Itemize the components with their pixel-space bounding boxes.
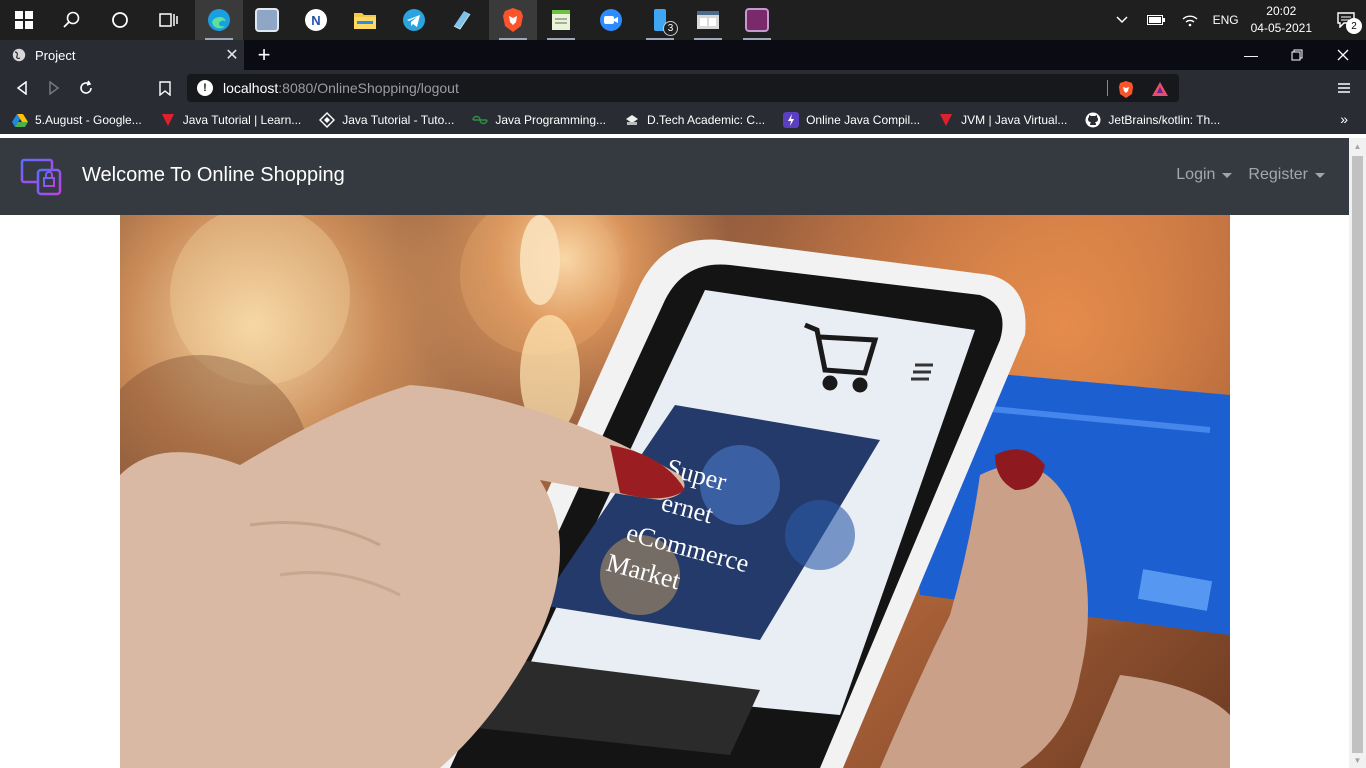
register-dropdown[interactable]: Register bbox=[1248, 166, 1325, 184]
close-window-button[interactable] bbox=[1320, 40, 1366, 70]
telegram-icon[interactable] bbox=[390, 0, 438, 40]
cortana-icon[interactable] bbox=[96, 0, 144, 40]
login-label: Login bbox=[1176, 166, 1216, 183]
minimize-button[interactable]: — bbox=[1228, 40, 1274, 70]
system-tray: ENG 20:02 04-05-2021 2 bbox=[1105, 0, 1366, 40]
caret-down-icon bbox=[1222, 172, 1233, 178]
url-path: :8080/OnlineShopping/logout bbox=[278, 80, 459, 96]
java-red-icon bbox=[160, 112, 176, 128]
reload-button[interactable] bbox=[74, 76, 98, 100]
app-blue-icon[interactable] bbox=[438, 0, 486, 40]
browser-tab-strip: Project ✕ + — bbox=[0, 40, 1366, 70]
brave-icon[interactable] bbox=[489, 0, 537, 40]
bookmark-item[interactable]: Java Tutorial - Tuto... bbox=[319, 112, 454, 128]
new-tab-button[interactable]: + bbox=[252, 40, 276, 70]
bookmark-item[interactable]: JVM | Java Virtual... bbox=[938, 112, 1067, 128]
bookmark-item[interactable]: 5.August - Google... bbox=[12, 112, 142, 128]
url-host: localhost bbox=[223, 80, 279, 96]
language-indicator[interactable]: ENG bbox=[1213, 13, 1239, 27]
google-drive-icon bbox=[12, 112, 28, 128]
bookmark-item[interactable]: Online Java Compil... bbox=[783, 112, 920, 128]
scroll-up-icon[interactable]: ▲ bbox=[1349, 138, 1366, 154]
page-viewport: Welcome To Online Shopping Login Registe… bbox=[0, 138, 1349, 768]
wifi-icon[interactable] bbox=[1181, 11, 1199, 29]
menu-icon[interactable] bbox=[1332, 76, 1356, 100]
tutorialspoint-icon bbox=[319, 112, 336, 128]
restore-button[interactable] bbox=[1274, 40, 1320, 70]
back-button[interactable] bbox=[10, 76, 34, 100]
smartphone-shopping-photo: Super ernet eCommerce Market bbox=[120, 215, 1230, 768]
site-navbar: Welcome To Online Shopping Login Registe… bbox=[0, 138, 1349, 215]
caret-down-icon bbox=[1315, 172, 1325, 178]
compiler-icon bbox=[783, 112, 800, 128]
tab-title: Project bbox=[35, 47, 76, 63]
bookmark-item[interactable]: Java Programming... bbox=[472, 112, 606, 128]
notification-center-icon[interactable]: 2 bbox=[1326, 12, 1366, 34]
task-view-icon[interactable] bbox=[144, 0, 192, 40]
site-info-icon[interactable]: ! bbox=[197, 80, 213, 96]
notification-count: 2 bbox=[1346, 18, 1362, 34]
scroll-down-icon[interactable]: ▼ bbox=[1349, 752, 1366, 768]
dtech-icon bbox=[624, 112, 640, 128]
login-dropdown[interactable]: Login bbox=[1176, 166, 1233, 184]
bookmark-item[interactable]: Java Tutorial | Learn... bbox=[160, 112, 301, 128]
clock[interactable]: 20:02 04-05-2021 bbox=[1251, 3, 1312, 37]
address-bar[interactable]: ! localhost:8080/OnlineShopping/logout bbox=[187, 74, 1179, 102]
clock-time: 20:02 bbox=[1266, 4, 1297, 18]
chevron-up-icon[interactable] bbox=[1113, 11, 1131, 29]
bookmark-item[interactable]: JetBrains/kotlin: Th... bbox=[1085, 112, 1220, 128]
globe-icon bbox=[12, 48, 26, 62]
bookmark-icon[interactable] bbox=[153, 76, 177, 100]
github-icon bbox=[1085, 112, 1101, 128]
file-explorer-icon[interactable] bbox=[341, 0, 389, 40]
brave-shields-icon[interactable] bbox=[1117, 80, 1135, 98]
windows-taskbar: N 3 ENG 20:02 04-05-2021 2 bbox=[0, 0, 1366, 40]
nav-links: Login Register bbox=[1160, 166, 1325, 184]
register-label: Register bbox=[1248, 166, 1308, 183]
photos-icon[interactable] bbox=[243, 0, 291, 40]
search-icon[interactable] bbox=[48, 0, 96, 40]
bookmarks-bar: 5.August - Google... Java Tutorial | Lea… bbox=[0, 106, 1366, 134]
start-icon[interactable] bbox=[0, 0, 48, 40]
bookmark-item[interactable]: D.Tech Academic: C... bbox=[624, 112, 765, 128]
shop-logo-icon[interactable] bbox=[20, 158, 64, 196]
window-app-icon[interactable] bbox=[684, 0, 732, 40]
close-tab-icon[interactable]: ✕ bbox=[220, 45, 244, 65]
phone-app-icon[interactable]: 3 bbox=[636, 0, 684, 40]
app-n-icon[interactable]: N bbox=[292, 0, 340, 40]
battery-icon[interactable] bbox=[1146, 11, 1165, 29]
clock-date: 04-05-2021 bbox=[1250, 21, 1312, 35]
scrollbar-thumb[interactable] bbox=[1352, 156, 1363, 753]
phone-app-badge: 3 bbox=[663, 21, 678, 36]
game-icon[interactable] bbox=[733, 0, 781, 40]
svg-text:N: N bbox=[311, 13, 320, 28]
edge-icon[interactable] bbox=[195, 0, 243, 40]
site-brand[interactable]: Welcome To Online Shopping bbox=[82, 164, 345, 187]
page-scrollbar[interactable]: ▲ ▼ bbox=[1349, 138, 1366, 768]
more-bookmarks-icon[interactable]: » bbox=[1340, 111, 1348, 127]
tab-project[interactable]: Project ✕ bbox=[0, 40, 244, 70]
notepad-icon[interactable] bbox=[537, 0, 585, 40]
forward-button[interactable] bbox=[42, 76, 66, 100]
java-red-icon bbox=[938, 112, 954, 128]
hero-image: Super ernet eCommerce Market bbox=[120, 215, 1230, 768]
brave-rewards-icon[interactable] bbox=[1151, 80, 1169, 98]
zoom-icon[interactable] bbox=[587, 0, 635, 40]
browser-toolbar: ! localhost:8080/OnlineShopping/logout bbox=[0, 70, 1366, 106]
gfg-icon bbox=[472, 112, 489, 128]
